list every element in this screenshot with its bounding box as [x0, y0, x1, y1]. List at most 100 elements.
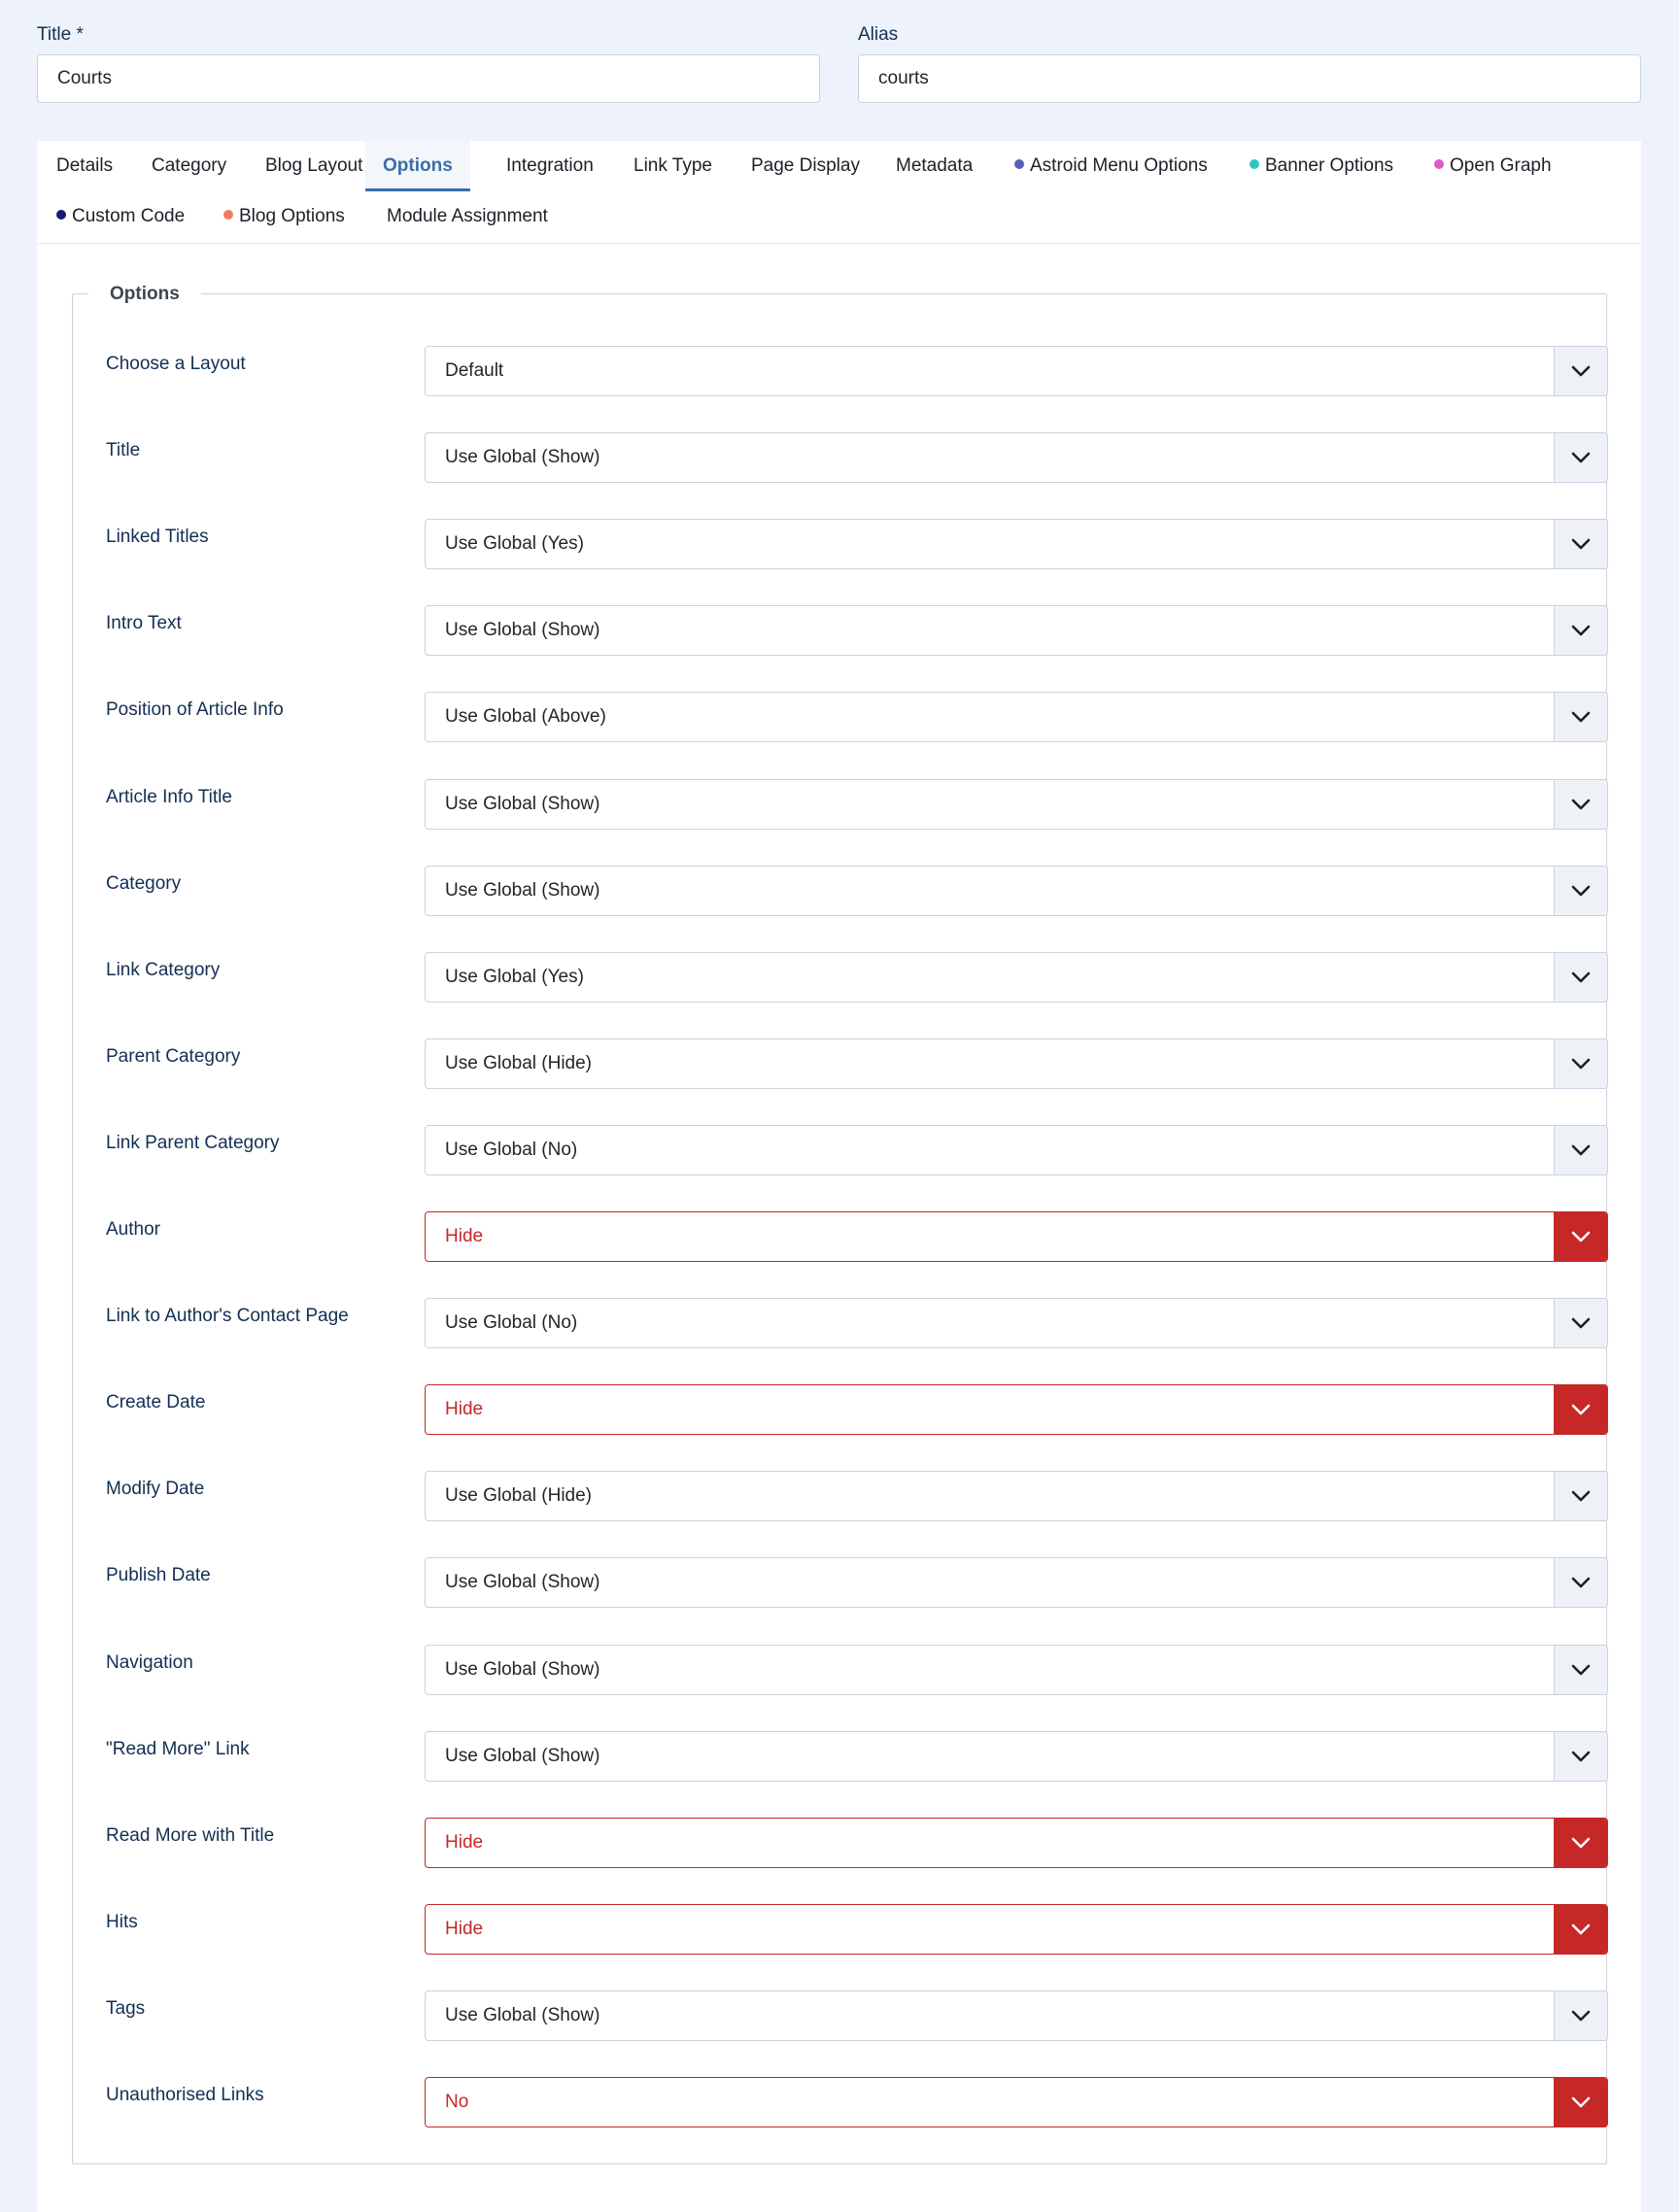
tab-metadata[interactable]: Metadata: [896, 141, 973, 191]
option-select[interactable]: Use Global (Yes): [425, 519, 1608, 569]
tab-label: Link Type: [634, 155, 712, 176]
tab-integration[interactable]: Integration: [506, 141, 594, 191]
option-select[interactable]: Use Global (No): [425, 1125, 1608, 1175]
option-row: Unauthorised Links No: [73, 2077, 1608, 2127]
tab-label: Blog Options: [239, 206, 345, 226]
option-row: Intro Text Use Global (Show): [73, 605, 1608, 656]
option-select-value: Use Global (Show): [445, 1746, 600, 1766]
chevron-down-icon[interactable]: [1554, 693, 1607, 741]
option-label: Intro Text: [106, 613, 182, 633]
option-select[interactable]: Use Global (Yes): [425, 952, 1608, 1003]
tab-label: Page Display: [751, 155, 860, 176]
option-label: Create Date: [106, 1392, 206, 1412]
chevron-down-icon[interactable]: [1554, 1299, 1607, 1347]
option-select[interactable]: Hide: [425, 1818, 1608, 1868]
option-select[interactable]: Hide: [425, 1384, 1608, 1435]
tab-link-type[interactable]: Link Type: [634, 141, 712, 191]
tab-label: Blog Layout: [265, 155, 363, 176]
tab-open-graph[interactable]: Open Graph: [1434, 141, 1552, 191]
option-select[interactable]: Use Global (Show): [425, 779, 1608, 830]
option-row: Hits Hide: [73, 1904, 1608, 1955]
option-select[interactable]: Use Global (Show): [425, 1731, 1608, 1782]
option-select[interactable]: Use Global (Hide): [425, 1038, 1608, 1089]
option-select[interactable]: Hide: [425, 1904, 1608, 1955]
title-input[interactable]: Courts: [37, 54, 820, 103]
tab-module-assignment[interactable]: Module Assignment: [387, 191, 548, 242]
options-fieldset: Options Choose a Layout Default Title Use G…: [72, 283, 1608, 2164]
chevron-down-icon[interactable]: [1554, 1212, 1607, 1261]
option-row: Parent Category Use Global (Hide): [73, 1038, 1608, 1089]
option-select-value: Use Global (No): [445, 1312, 578, 1333]
chevron-down-icon[interactable]: [1554, 433, 1607, 482]
tab-options[interactable]: Options: [365, 141, 470, 191]
tab-category[interactable]: Category: [152, 141, 226, 191]
tab-page-display[interactable]: Page Display: [751, 141, 860, 191]
option-select[interactable]: Default: [425, 346, 1608, 396]
chevron-down-icon[interactable]: [1554, 1646, 1607, 1694]
option-label: Parent Category: [106, 1046, 241, 1067]
chevron-down-icon[interactable]: [1554, 2078, 1607, 2127]
option-select[interactable]: Hide: [425, 1211, 1608, 1262]
option-row: Author Hide: [73, 1211, 1608, 1262]
option-label: Tags: [106, 1998, 146, 2019]
option-label: Linked Titles: [106, 527, 209, 547]
option-row: Choose a Layout Default: [73, 346, 1608, 396]
chevron-down-icon[interactable]: [1554, 606, 1607, 655]
chevron-down-icon[interactable]: [1554, 1558, 1607, 1607]
tab-blog-options[interactable]: Blog Options: [223, 191, 345, 242]
tab-status-dot-icon: [1250, 158, 1259, 169]
option-select[interactable]: Use Global (Above): [425, 692, 1608, 742]
tab-status-dot-icon: [223, 209, 233, 220]
title-label: Title *: [37, 24, 84, 45]
option-select[interactable]: Use Global (No): [425, 1298, 1608, 1348]
option-label: Position of Article Info: [106, 699, 284, 720]
tab-custom-code[interactable]: Custom Code: [56, 191, 185, 242]
chevron-down-icon[interactable]: [1554, 1732, 1607, 1781]
option-select[interactable]: Use Global (Show): [425, 432, 1608, 483]
option-row: Publish Date Use Global (Show): [73, 1557, 1608, 1608]
chevron-down-icon[interactable]: [1554, 1039, 1607, 1088]
option-label: Choose a Layout: [106, 354, 246, 374]
option-row: Create Date Hide: [73, 1384, 1608, 1435]
option-select[interactable]: Use Global (Show): [425, 1991, 1608, 2041]
option-row: Link Parent Category Use Global (No): [73, 1125, 1608, 1175]
option-select-value: Use Global (Show): [445, 620, 600, 640]
option-label: Read More with Title: [106, 1825, 275, 1846]
chevron-down-icon[interactable]: [1554, 1472, 1607, 1520]
tab-details[interactable]: Details: [56, 141, 113, 191]
tab-astroid-menu-options[interactable]: Astroid Menu Options: [1014, 141, 1208, 191]
option-select[interactable]: Use Global (Show): [425, 1645, 1608, 1695]
option-label: Unauthorised Links: [106, 2085, 264, 2105]
option-label: Title: [106, 440, 141, 460]
chevron-down-icon[interactable]: [1554, 1905, 1607, 1954]
alias-field-group: Alias courts: [858, 23, 1641, 103]
option-select[interactable]: Use Global (Show): [425, 866, 1608, 916]
title-field-group: Title * Courts: [37, 23, 820, 103]
option-row: Title Use Global (Show): [73, 432, 1608, 483]
chevron-down-icon[interactable]: [1554, 867, 1607, 915]
tab-status-dot-icon: [1014, 158, 1024, 169]
chevron-down-icon[interactable]: [1554, 1819, 1607, 1867]
chevron-down-icon[interactable]: [1554, 1126, 1607, 1174]
tab-label: Category: [152, 155, 227, 176]
alias-input[interactable]: courts: [858, 54, 1641, 103]
chevron-down-icon[interactable]: [1554, 520, 1607, 568]
tab-status-dot-icon: [1434, 158, 1444, 169]
option-select[interactable]: Use Global (Show): [425, 605, 1608, 656]
option-select-value: Hide: [445, 1399, 484, 1419]
option-select-value: Hide: [445, 1919, 484, 1939]
option-select[interactable]: Use Global (Hide): [425, 1471, 1608, 1521]
option-select[interactable]: No: [425, 2077, 1608, 2127]
tab-label: Metadata: [896, 155, 974, 176]
tab-banner-options[interactable]: Banner Options: [1250, 141, 1393, 191]
chevron-down-icon[interactable]: [1554, 953, 1607, 1002]
option-label: Category: [106, 873, 182, 894]
chevron-down-icon[interactable]: [1554, 780, 1607, 829]
option-select-value: Use Global (Above): [445, 706, 606, 727]
chevron-down-icon[interactable]: [1554, 347, 1607, 395]
option-select[interactable]: Use Global (Show): [425, 1557, 1608, 1608]
tab-blog-layout[interactable]: Blog Layout: [265, 141, 362, 191]
option-select-value: Use Global (Show): [445, 1659, 600, 1680]
chevron-down-icon[interactable]: [1554, 1991, 1607, 2040]
chevron-down-icon[interactable]: [1554, 1385, 1607, 1434]
